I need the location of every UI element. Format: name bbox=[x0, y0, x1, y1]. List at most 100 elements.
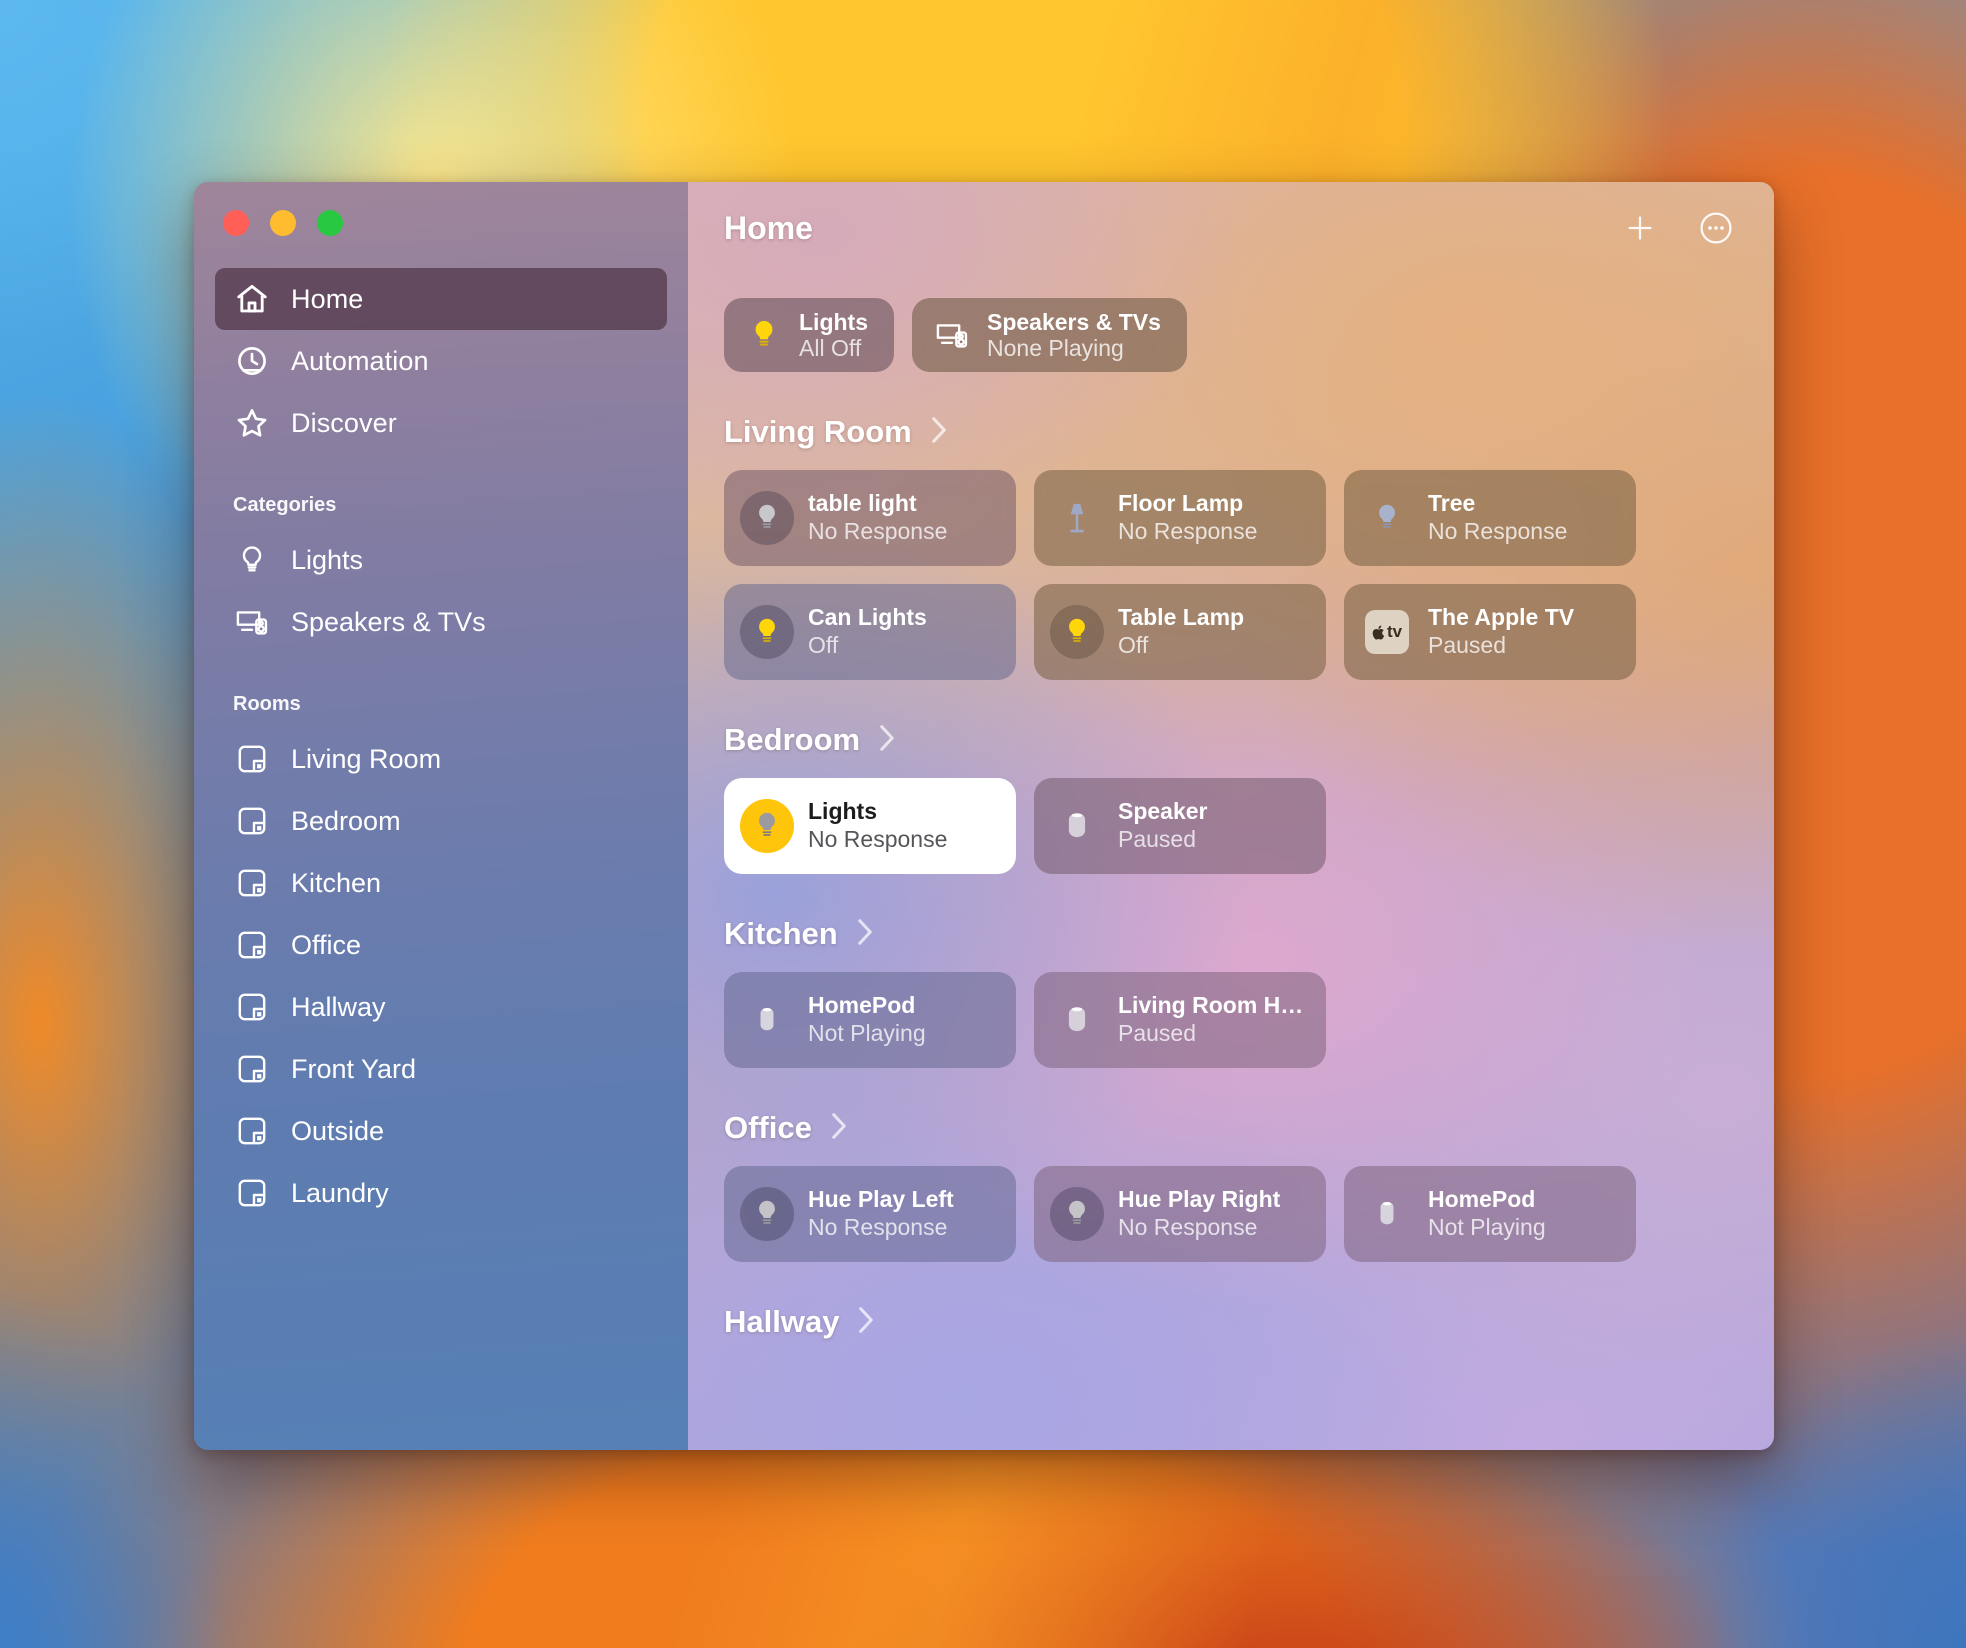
sidebar-item-home[interactable]: Home bbox=[215, 268, 667, 330]
device-name: Hue Play Right bbox=[1118, 1186, 1281, 1213]
apple-tv-badge: tv bbox=[1365, 610, 1409, 654]
device-state: No Response bbox=[808, 826, 948, 852]
room-section-kitchen: Kitchen HomePod Not Playing Living Room … bbox=[724, 916, 1774, 1068]
device-name: Speaker bbox=[1118, 798, 1208, 825]
sidebar-item-label: Speakers & TVs bbox=[291, 606, 486, 637]
add-icon[interactable] bbox=[1618, 206, 1662, 250]
chevron-right-icon bbox=[855, 1305, 877, 1340]
room-section-bedroom: Bedroom Lights No Response Speaker Pause… bbox=[724, 722, 1774, 874]
tv-speaker-icon bbox=[233, 603, 271, 641]
sidebar-item-office[interactable]: Office bbox=[215, 914, 667, 976]
rooms-header: Rooms bbox=[233, 693, 301, 715]
device-state: No Response bbox=[808, 1214, 948, 1240]
sidebar-item-lights[interactable]: Lights bbox=[215, 529, 667, 591]
room-icon bbox=[233, 802, 271, 840]
status-chip-speakers-tvs[interactable]: Speakers & TVs None Playing bbox=[912, 298, 1187, 372]
close-button[interactable] bbox=[223, 210, 249, 236]
sidebar-item-bedroom[interactable]: Bedroom bbox=[215, 790, 667, 852]
homepod-icon bbox=[1050, 993, 1104, 1047]
device-tile[interactable]: tv The Apple TV Paused bbox=[1344, 584, 1636, 680]
device-tile[interactable]: Living Room H… Paused bbox=[1034, 972, 1326, 1068]
device-tile[interactable]: Hue Play Right No Response bbox=[1034, 1166, 1326, 1262]
sidebar-item-label: Hallway bbox=[291, 991, 386, 1022]
more-circle-icon[interactable] bbox=[1694, 206, 1738, 250]
sidebar-item-label: Automation bbox=[291, 345, 429, 376]
minimize-button[interactable] bbox=[270, 210, 296, 236]
sidebar-item-living-room[interactable]: Living Room bbox=[215, 728, 667, 790]
sidebar-item-automation[interactable]: Automation bbox=[215, 330, 667, 392]
page-title: Home bbox=[724, 209, 813, 246]
device-state: Off bbox=[1118, 632, 1149, 658]
device-tile[interactable]: Tree No Response bbox=[1344, 470, 1636, 566]
room-icon bbox=[233, 988, 271, 1026]
device-name: Can Lights bbox=[808, 604, 927, 631]
zoom-button[interactable] bbox=[317, 210, 343, 236]
device-tile[interactable]: table light No Response bbox=[724, 470, 1016, 566]
sidebar-item-label: Home bbox=[291, 283, 364, 314]
categories-header: Categories bbox=[233, 494, 337, 516]
chip-title: Speakers & TVs bbox=[987, 308, 1161, 335]
star-icon bbox=[233, 404, 271, 442]
device-name: HomePod bbox=[808, 992, 916, 1019]
room-section-header[interactable]: Kitchen bbox=[724, 916, 1774, 952]
device-tile[interactable]: HomePod Not Playing bbox=[1344, 1166, 1636, 1262]
device-tile[interactable]: Table Lamp Off bbox=[1034, 584, 1326, 680]
device-state: Paused bbox=[1428, 632, 1507, 658]
sidebar-item-kitchen[interactable]: Kitchen bbox=[215, 852, 667, 914]
home-app-window: Home Automation Discover Categories Ligh… bbox=[194, 182, 1774, 1450]
sidebar-item-hallway[interactable]: Hallway bbox=[215, 976, 667, 1038]
device-name: Floor Lamp bbox=[1118, 490, 1244, 517]
device-tile[interactable]: Can Lights Off bbox=[724, 584, 1016, 680]
sidebar-item-label: Bedroom bbox=[291, 805, 401, 836]
device-tile[interactable]: Floor Lamp No Response bbox=[1034, 470, 1326, 566]
room-section-title: Office bbox=[724, 1110, 812, 1145]
window-controls[interactable] bbox=[223, 210, 343, 236]
chevron-right-icon bbox=[928, 415, 950, 450]
chevron-right-icon bbox=[854, 917, 876, 952]
room-icon bbox=[233, 926, 271, 964]
device-name: Table Lamp bbox=[1118, 604, 1245, 631]
bulb-off-icon bbox=[740, 799, 794, 853]
content-header: Home bbox=[724, 182, 1774, 274]
device-name: The Apple TV bbox=[1428, 604, 1575, 631]
sidebar-item-outside[interactable]: Outside bbox=[215, 1100, 667, 1162]
status-chip-lights[interactable]: Lights All Off bbox=[724, 298, 894, 372]
content-scroll[interactable]: Home Lights All Off Speakers & TVs None … bbox=[688, 182, 1774, 1450]
sidebar-item-speakers-tvs[interactable]: Speakers & TVs bbox=[215, 591, 667, 653]
house-icon bbox=[233, 280, 271, 318]
sidebar-item-label: Laundry bbox=[291, 1177, 389, 1208]
room-section-header[interactable]: Bedroom bbox=[724, 722, 1774, 758]
device-tile[interactable]: Hue Play Left No Response bbox=[724, 1166, 1016, 1262]
room-section-header[interactable]: Hallway bbox=[724, 1304, 1774, 1340]
lightbulb-icon bbox=[233, 541, 271, 579]
sidebar-item-label: Outside bbox=[291, 1115, 385, 1146]
device-tile[interactable]: Lights No Response bbox=[724, 778, 1016, 874]
device-name: Tree bbox=[1428, 490, 1476, 517]
sidebar-item-front-yard[interactable]: Front Yard bbox=[215, 1038, 667, 1100]
room-section-header[interactable]: Living Room bbox=[724, 414, 1774, 450]
bulb-on-icon bbox=[740, 605, 794, 659]
bulb-off-icon bbox=[740, 491, 794, 545]
clock-icon bbox=[233, 342, 271, 380]
room-section-title: Hallway bbox=[724, 1304, 840, 1339]
chip-subtitle: All Off bbox=[799, 335, 862, 361]
device-tile[interactable]: Speaker Paused bbox=[1034, 778, 1326, 874]
categories-list: Lights Speakers & TVs bbox=[194, 529, 688, 653]
sidebar-item-laundry[interactable]: Laundry bbox=[215, 1162, 667, 1224]
tile-grid: Hue Play Left No Response Hue Play Right… bbox=[724, 1166, 1774, 1262]
device-state: No Response bbox=[1118, 1214, 1258, 1240]
homepod-icon bbox=[1360, 1187, 1414, 1241]
device-tile[interactable]: HomePod Not Playing bbox=[724, 972, 1016, 1068]
header-buttons bbox=[1618, 206, 1738, 250]
room-icon bbox=[233, 740, 271, 778]
floor-lamp-icon bbox=[1050, 491, 1104, 545]
sidebar-item-discover[interactable]: Discover bbox=[215, 392, 667, 454]
sidebar-item-label: Discover bbox=[291, 407, 397, 438]
sidebar-item-label: Living Room bbox=[291, 743, 442, 774]
sidebar-item-label: Office bbox=[291, 929, 362, 960]
room-icon bbox=[233, 1174, 271, 1212]
room-section-header[interactable]: Office bbox=[724, 1110, 1774, 1146]
device-name: Lights bbox=[808, 798, 877, 825]
bulb-off-icon bbox=[1360, 491, 1414, 545]
device-state: No Response bbox=[1118, 518, 1258, 544]
